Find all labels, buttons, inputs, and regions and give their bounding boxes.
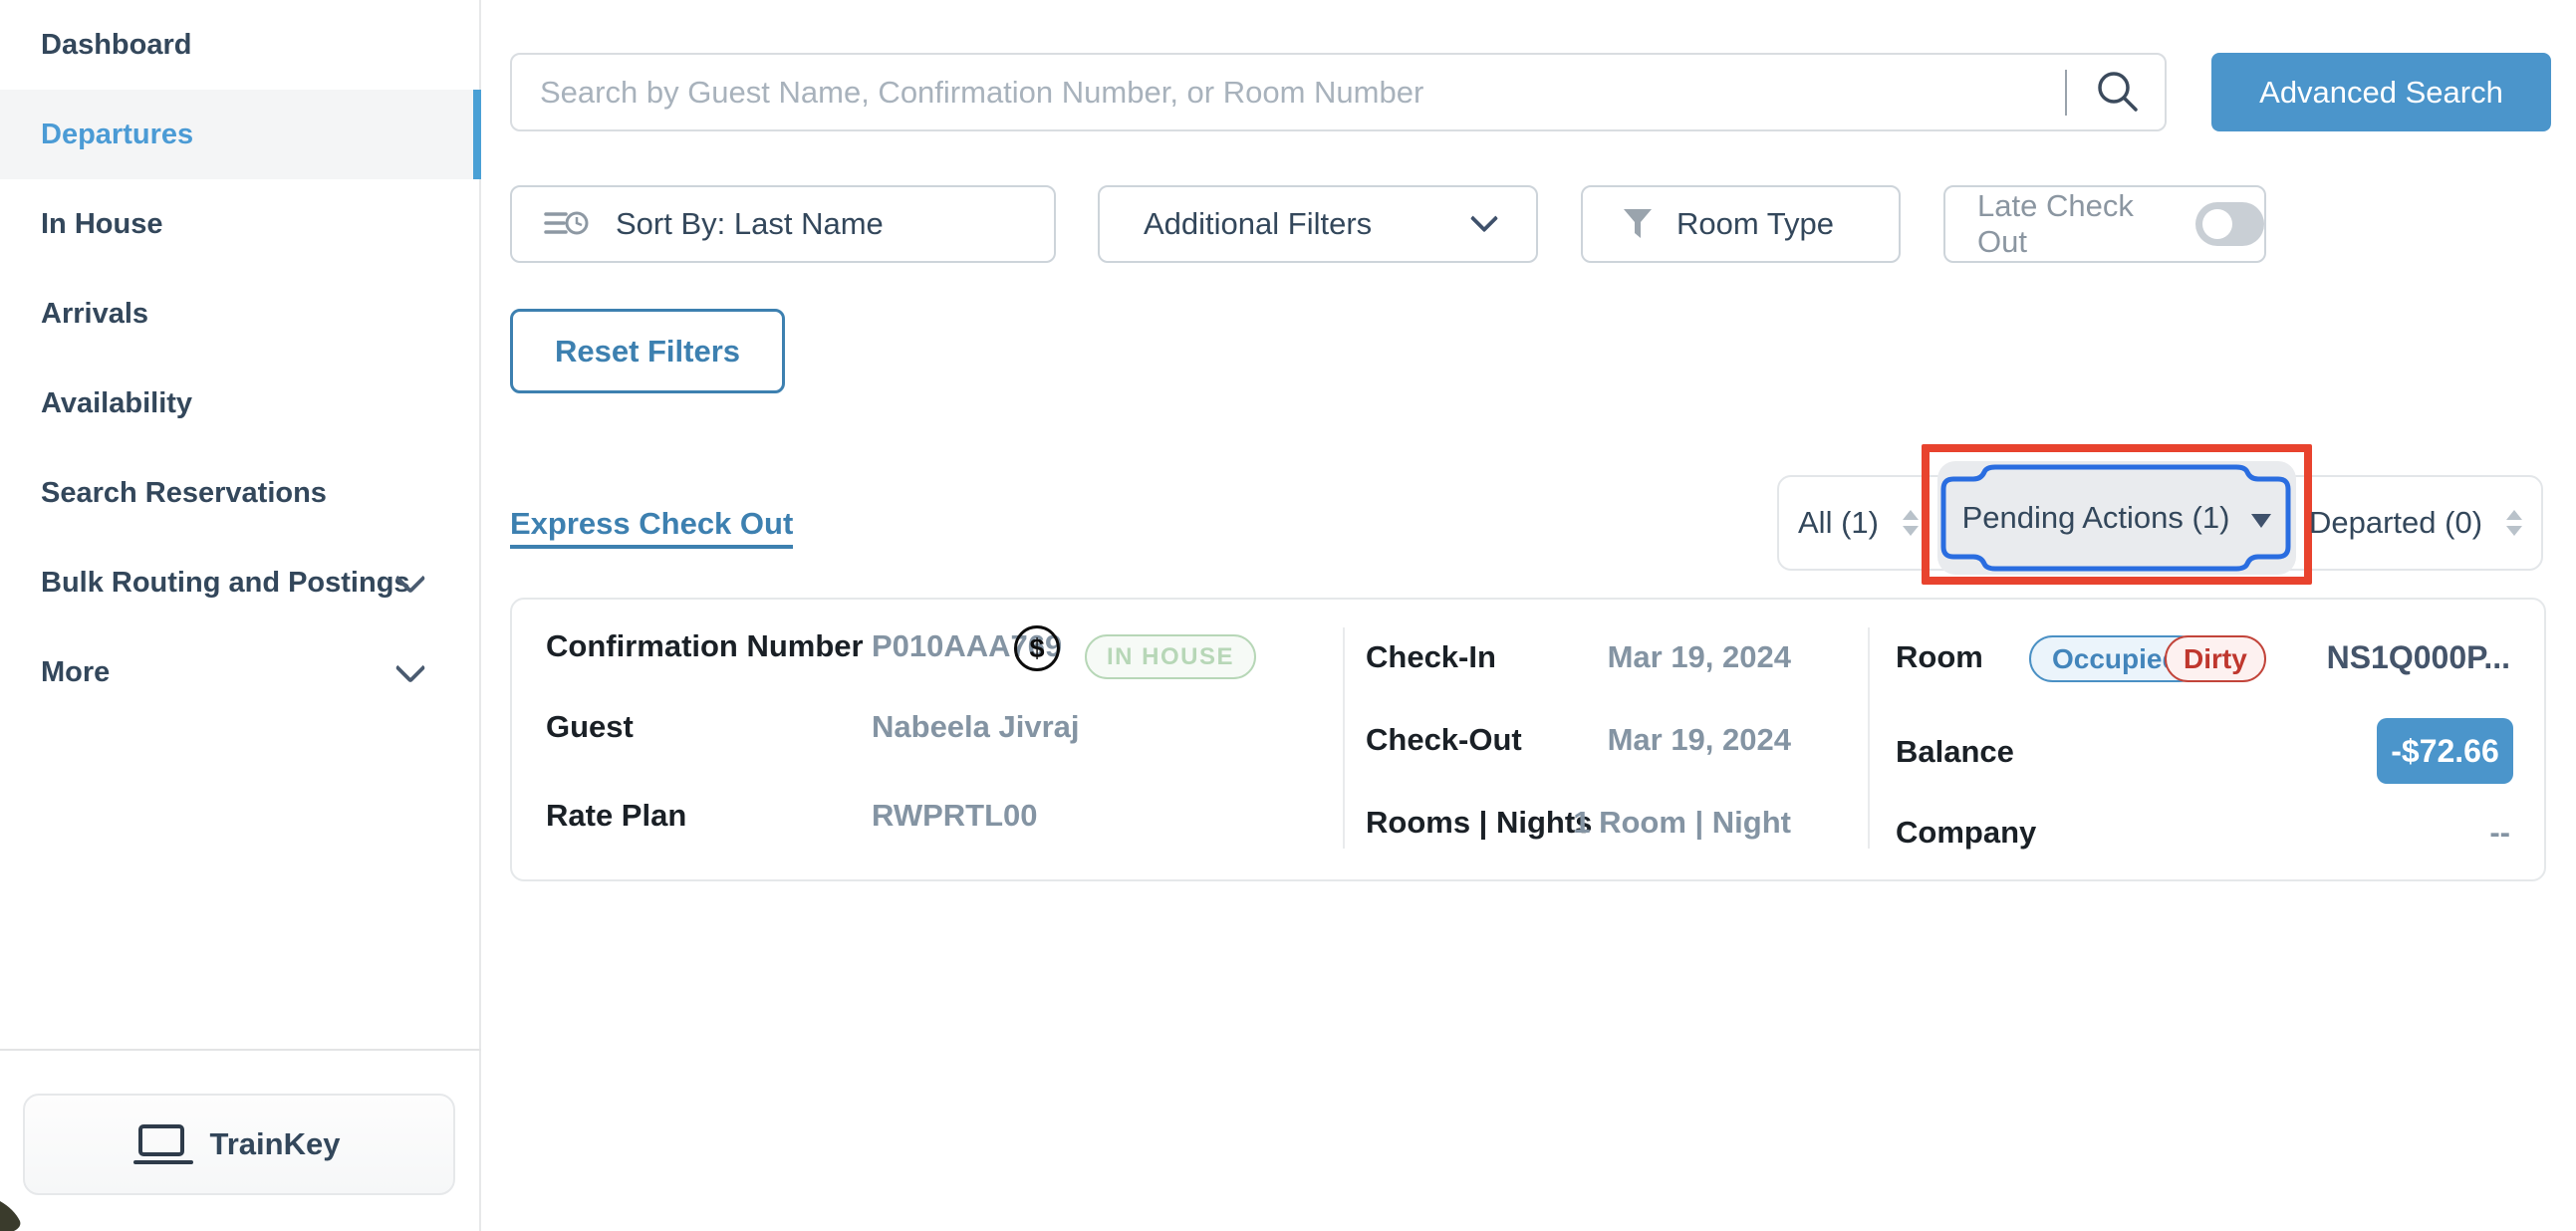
sidebar-item-search-reservations[interactable]: Search Reservations (0, 448, 479, 538)
late-check-out-toggle[interactable] (2195, 202, 2264, 246)
guest-name: Nabeela Jivraj (872, 709, 1080, 745)
sidebar-item-label: Arrivals (41, 298, 148, 331)
sort-arrows-icon[interactable] (1903, 510, 1919, 536)
highlight-frame (1937, 461, 2296, 575)
sidebar-item-arrivals[interactable]: Arrivals (0, 269, 479, 359)
occupied-badge-label: Occupied (2052, 643, 2180, 675)
balance-label: Balance (1896, 734, 2014, 770)
laptop-icon (138, 1124, 184, 1156)
late-check-out-label: Late Check Out (1977, 188, 2172, 260)
funnel-icon (1621, 207, 1655, 241)
advanced-search-button[interactable]: Advanced Search (2211, 53, 2551, 131)
rate-plan-value: RWPRTL00 (872, 798, 1038, 834)
additional-filters-dropdown[interactable]: Additional Filters (1098, 185, 1538, 263)
in-house-status-badge: IN HOUSE (1085, 634, 1256, 679)
guest-label: Guest (546, 709, 634, 745)
rate-plan-label: Rate Plan (546, 798, 686, 834)
sidebar-footer-divider (0, 1049, 481, 1051)
confirmation-number-label: Confirmation Number (546, 628, 864, 664)
additional-filters-label: Additional Filters (1144, 206, 1372, 242)
room-label: Room (1896, 639, 1983, 675)
balance-amount-chip[interactable]: -$72.66 (2377, 718, 2513, 784)
in-house-badge-label: IN HOUSE (1107, 643, 1234, 671)
sidebar-item-label: Bulk Routing and Postings (41, 567, 410, 600)
sort-by-label: Sort By: Last Name (616, 206, 884, 242)
sidebar-item-label: More (41, 656, 110, 689)
tab-all-label: All (1) (1798, 505, 1879, 541)
sidebar: Dashboard Departures In House Arrivals A… (0, 0, 481, 1231)
dollar-glyph: $ (1029, 633, 1044, 664)
trainkey-button[interactable]: TrainKey (23, 1094, 455, 1195)
late-check-out-filter: Late Check Out (1943, 185, 2266, 263)
room-type-label: Room Type (1676, 206, 1834, 242)
reset-filters-button[interactable]: Reset Filters (510, 309, 785, 393)
search-divider (2065, 70, 2067, 116)
chevron-down-icon (1470, 204, 1498, 232)
sidebar-item-in-house[interactable]: In House (0, 179, 479, 269)
sort-by-dropdown[interactable]: Sort By: Last Name (510, 185, 1056, 263)
sidebar-item-bulk-routing[interactable]: Bulk Routing and Postings (0, 538, 479, 627)
tab-departed[interactable]: Departed (0) (2309, 475, 2522, 571)
chevron-down-icon (394, 652, 425, 683)
company-label: Company (1896, 815, 2036, 851)
tab-all[interactable]: All (1) (1798, 475, 1919, 571)
balance-amount: -$72.66 (2391, 733, 2499, 770)
check-in-date: Mar 19, 2024 (1474, 639, 1791, 675)
card-column-divider (1868, 627, 1870, 849)
sidebar-item-dashboard[interactable]: Dashboard (0, 0, 479, 90)
check-out-date: Mar 19, 2024 (1474, 722, 1791, 758)
room-number: NS1Q000P... (2291, 639, 2510, 676)
toggle-knob (2202, 209, 2232, 239)
dirty-badge-label: Dirty (2184, 643, 2247, 675)
tab-pending-actions[interactable]: Pending Actions (1) (1937, 461, 2296, 575)
search-icon[interactable] (2092, 66, 2144, 118)
sort-arrows-icon[interactable] (2506, 510, 2522, 536)
sidebar-item-availability[interactable]: Availability (0, 359, 479, 448)
company-value: -- (2411, 815, 2510, 851)
sidebar-item-more[interactable]: More (0, 627, 479, 717)
sidebar-item-label: In House (41, 208, 162, 241)
rooms-nights-value: 1 Room | Night (1474, 805, 1791, 841)
room-dirty-badge: Dirty (2165, 635, 2266, 682)
sidebar-item-label: Availability (41, 387, 192, 420)
sidebar-item-label: Departures (41, 119, 193, 151)
tab-departed-label: Departed (0) (2309, 505, 2482, 541)
search-input[interactable] (510, 53, 2167, 131)
sidebar-item-label: Search Reservations (41, 477, 327, 510)
trainkey-label: TrainKey (210, 1126, 341, 1162)
sidebar-item-departures[interactable]: Departures (0, 90, 479, 179)
room-type-filter[interactable]: Room Type (1581, 185, 1901, 263)
express-check-out-link[interactable]: Express Check Out (510, 506, 793, 549)
cursor-artifact (0, 1195, 40, 1231)
payment-dollar-icon: $ (1014, 625, 1060, 671)
sidebar-item-label: Dashboard (41, 29, 191, 62)
sort-recent-icon (544, 209, 590, 239)
card-column-divider (1343, 627, 1345, 849)
